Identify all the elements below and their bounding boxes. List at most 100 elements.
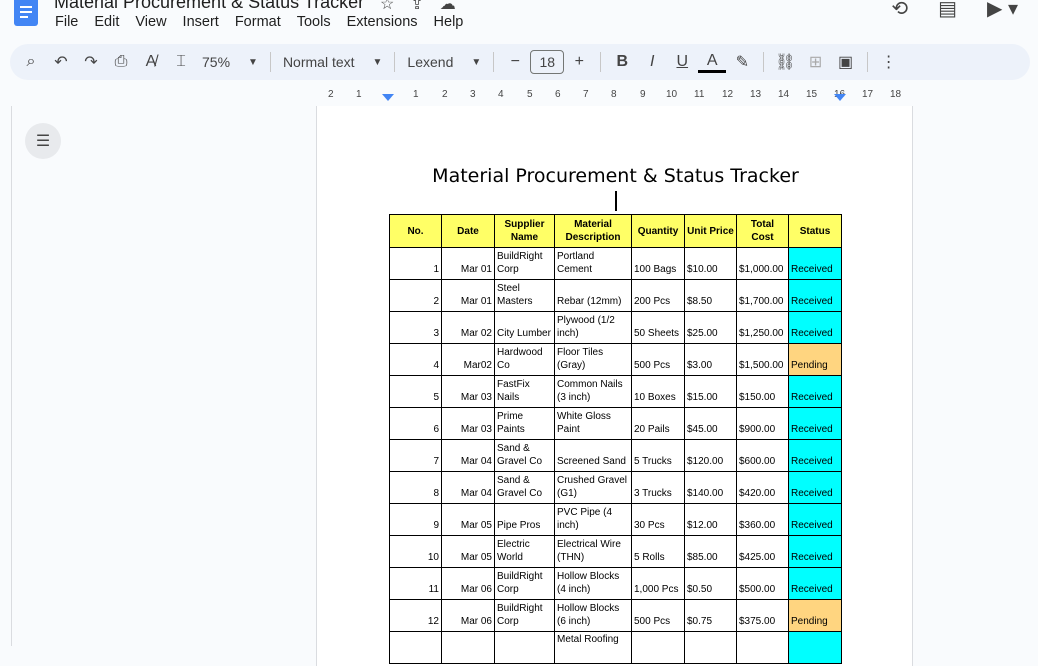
cell-material[interactable]: White Gloss Paint [554,407,632,440]
cell-quantity[interactable]: 100 Bags [631,247,685,280]
cell-quantity[interactable]: 500 Pcs [631,599,685,632]
cell-date[interactable]: Mar 04 [441,439,495,472]
cell-supplier[interactable]: City Lumber [494,311,555,344]
font-select[interactable]: Lexend ▼ [401,54,487,70]
cell-status[interactable]: Received [788,311,842,344]
cell-unit-price[interactable]: $25.00 [684,311,737,344]
cell-no[interactable]: 3 [389,311,442,344]
cell-unit-price[interactable]: $45.00 [684,407,737,440]
cell-total-cost[interactable]: $375.00 [736,599,789,632]
cell-no[interactable]: 5 [389,375,442,408]
cell-total-cost[interactable]: $900.00 [736,407,789,440]
more-options-icon[interactable]: ⋮ [875,48,903,76]
insert-image-icon[interactable]: ▣ [832,48,860,76]
document-title[interactable]: Material Procurement & Status Tracker [54,0,364,13]
cell-status[interactable]: Received [788,279,842,312]
cloud-status-icon[interactable]: ☁ [440,0,456,14]
cell-supplier[interactable] [494,631,555,664]
cell-quantity[interactable]: 3 Trucks [631,471,685,504]
cell-no[interactable]: 10 [389,535,442,568]
zoom-select[interactable]: 75% ▼ [196,54,264,70]
cell-quantity[interactable]: 200 Pcs [631,279,685,312]
cell-total-cost[interactable]: $1,500.00 [736,343,789,376]
cell-total-cost[interactable] [736,631,789,664]
menu-insert[interactable]: Insert [183,14,219,30]
undo-icon[interactable]: ↶ [47,48,75,76]
meet-icon[interactable]: ▶ ▾ [987,0,1018,21]
cell-unit-price[interactable]: $0.75 [684,599,737,632]
redo-icon[interactable]: ↷ [77,48,105,76]
cell-status[interactable]: Received [788,503,842,536]
cell-total-cost[interactable]: $360.00 [736,503,789,536]
cell-unit-price[interactable]: $3.00 [684,343,737,376]
decrease-font-size-button[interactable]: − [501,48,529,76]
cell-no[interactable] [389,631,442,664]
document-page[interactable]: Material Procurement & Status Tracker No… [316,106,913,666]
cell-total-cost[interactable]: $500.00 [736,567,789,600]
add-comment-icon[interactable]: ⊞ [802,48,830,76]
cell-unit-price[interactable]: $10.00 [684,247,737,280]
menu-file[interactable]: File [55,14,78,30]
cell-material[interactable]: Portland Cement [554,247,632,280]
cell-quantity[interactable]: 50 Sheets [631,311,685,344]
menu-edit[interactable]: Edit [94,14,119,30]
cell-status[interactable]: Received [788,375,842,408]
increase-font-size-button[interactable]: + [565,48,593,76]
cell-no[interactable]: 11 [389,567,442,600]
cell-date[interactable]: Mar 06 [441,567,495,600]
comments-icon[interactable]: ▤ [938,0,957,21]
cell-supplier[interactable]: Sand & Gravel Co [494,471,555,504]
cell-material[interactable]: Crushed Gravel (G1) [554,471,632,504]
cell-total-cost[interactable]: $1,700.00 [736,279,789,312]
cell-date[interactable]: Mar 03 [441,407,495,440]
cell-supplier[interactable]: Electric World [494,535,555,568]
cell-supplier[interactable]: BuildRight Corp [494,567,555,600]
cell-quantity[interactable]: 500 Pcs [631,343,685,376]
cell-date[interactable]: Mar 05 [441,535,495,568]
cell-material[interactable]: Hollow Blocks (6 inch) [554,599,632,632]
cell-status[interactable]: Received [788,247,842,280]
search-menus-icon[interactable]: ⌕ [17,48,45,76]
bold-button[interactable]: B [608,48,636,76]
paragraph-style-select[interactable]: Normal text ▼ [277,54,388,70]
cell-no[interactable]: 7 [389,439,442,472]
cell-supplier[interactable]: Pipe Pros [494,503,555,536]
cell-total-cost[interactable]: $150.00 [736,375,789,408]
cell-no[interactable]: 2 [389,279,442,312]
cell-no[interactable]: 4 [389,343,442,376]
cell-date[interactable]: Mar 01 [441,279,495,312]
cell-total-cost[interactable]: $420.00 [736,471,789,504]
cell-no[interactable]: 1 [389,247,442,280]
cell-status[interactable]: Received [788,535,842,568]
menu-extensions[interactable]: Extensions [347,14,418,30]
highlight-icon[interactable]: ✎ [728,48,756,76]
menu-tools[interactable]: Tools [297,14,331,30]
cell-unit-price[interactable]: $120.00 [684,439,737,472]
cell-supplier[interactable]: Sand & Gravel Co [494,439,555,472]
cell-total-cost[interactable]: $1,250.00 [736,311,789,344]
docs-logo-icon[interactable] [14,0,38,26]
cell-quantity[interactable]: 20 Pails [631,407,685,440]
cell-unit-price[interactable]: $0.50 [684,567,737,600]
version-history-icon[interactable]: ⟲ [891,0,908,21]
cell-material[interactable]: Rebar (12mm) [554,279,632,312]
cell-total-cost[interactable]: $425.00 [736,535,789,568]
cell-material[interactable]: Electrical Wire (THN) [554,535,632,568]
cell-unit-price[interactable]: $12.00 [684,503,737,536]
cell-date[interactable]: Mar 05 [441,503,495,536]
cell-status[interactable] [788,631,842,664]
text-color-button[interactable]: A [698,51,727,73]
cell-material[interactable]: Common Nails (3 inch) [554,375,632,408]
cell-status[interactable]: Received [788,407,842,440]
cell-no[interactable]: 8 [389,471,442,504]
cell-supplier[interactable]: Hardwood Co [494,343,555,376]
cell-date[interactable]: Mar 01 [441,247,495,280]
cell-total-cost[interactable]: $600.00 [736,439,789,472]
cell-no[interactable]: 9 [389,503,442,536]
menu-help[interactable]: Help [434,14,464,30]
paint-format-icon[interactable]: ⌶ [167,48,195,76]
cell-no[interactable]: 12 [389,599,442,632]
cell-supplier[interactable]: BuildRight Corp [494,247,555,280]
insert-link-icon[interactable]: ⛓ [771,48,799,76]
cell-quantity[interactable]: 5 Trucks [631,439,685,472]
